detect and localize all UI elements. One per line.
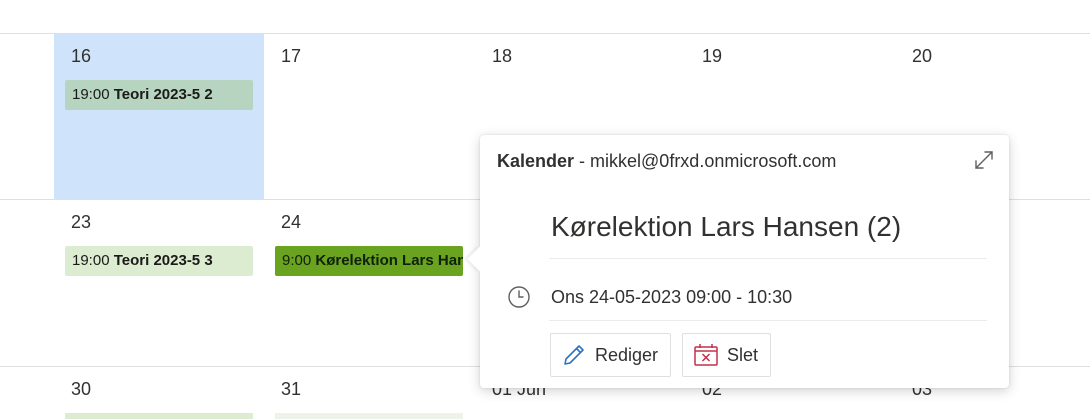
day-cell-24[interactable]: 24 9:00 Kørelektion Lars Hansen (2) [264, 200, 474, 366]
day-cell-17[interactable]: 17 [264, 34, 474, 200]
calendar-label: Kalender [497, 151, 575, 171]
popup-calendar-info: Kalender - mikkel@0frxd.onmicrosoft.com [497, 151, 836, 172]
calendar-event[interactable]: 19:00 Teori 2023-5 3 [65, 246, 253, 276]
delete-button-label: Slet [727, 344, 759, 365]
day-cell-23[interactable]: 23 19:00 Teori 2023-5 3 [54, 200, 264, 366]
event-time: 9:00 [282, 252, 312, 269]
account-email: - mikkel@0frxd.onmicrosoft.com [574, 151, 837, 171]
pencil-icon [561, 342, 587, 368]
edit-button-label: Rediger [595, 344, 659, 365]
event-time: 19:00 [72, 86, 110, 103]
divider [549, 320, 987, 321]
delete-button[interactable]: Slet [682, 333, 772, 377]
event-title: Teori 2023-5 3 [113, 252, 213, 269]
event-title: Kørelektion Lars Hansen (2) [315, 252, 463, 269]
expand-icon[interactable] [973, 149, 995, 171]
day-number: 31 [281, 379, 302, 399]
day-number: 17 [281, 46, 302, 66]
event-datetime: Ons 24-05-2023 09:00 - 10:30 [551, 287, 793, 307]
day-cell-31[interactable]: 31 [264, 367, 474, 419]
day-number: 30 [71, 379, 92, 399]
delete-calendar-icon [693, 342, 719, 368]
day-number: 16 [71, 46, 92, 66]
calendar-event[interactable] [65, 413, 253, 419]
day-number: 18 [492, 46, 513, 66]
event-title: Teori 2023-5 2 [113, 86, 213, 103]
event-time: 19:00 [72, 252, 110, 269]
divider [549, 258, 987, 259]
calendar-event[interactable]: 19:00 Teori 2023-5 2 [65, 80, 253, 110]
day-number: 19 [702, 46, 723, 66]
day-number: 20 [912, 46, 933, 66]
selected-calendar-event[interactable]: 9:00 Kørelektion Lars Hansen (2) [275, 246, 463, 276]
event-title-heading: Kørelektion Lars Hansen (2) [551, 211, 902, 242]
clock-icon [507, 285, 531, 309]
day-number: 24 [281, 212, 302, 232]
day-cell-30[interactable]: 30 [54, 367, 264, 419]
event-peek-popup: Kalender - mikkel@0frxd.onmicrosoft.com … [467, 135, 1009, 388]
calendar-event[interactable] [275, 413, 463, 419]
day-number: 23 [71, 212, 92, 232]
day-cell-16[interactable]: 16 19:00 Teori 2023-5 2 [54, 34, 264, 200]
edit-button[interactable]: Rediger [550, 333, 672, 377]
